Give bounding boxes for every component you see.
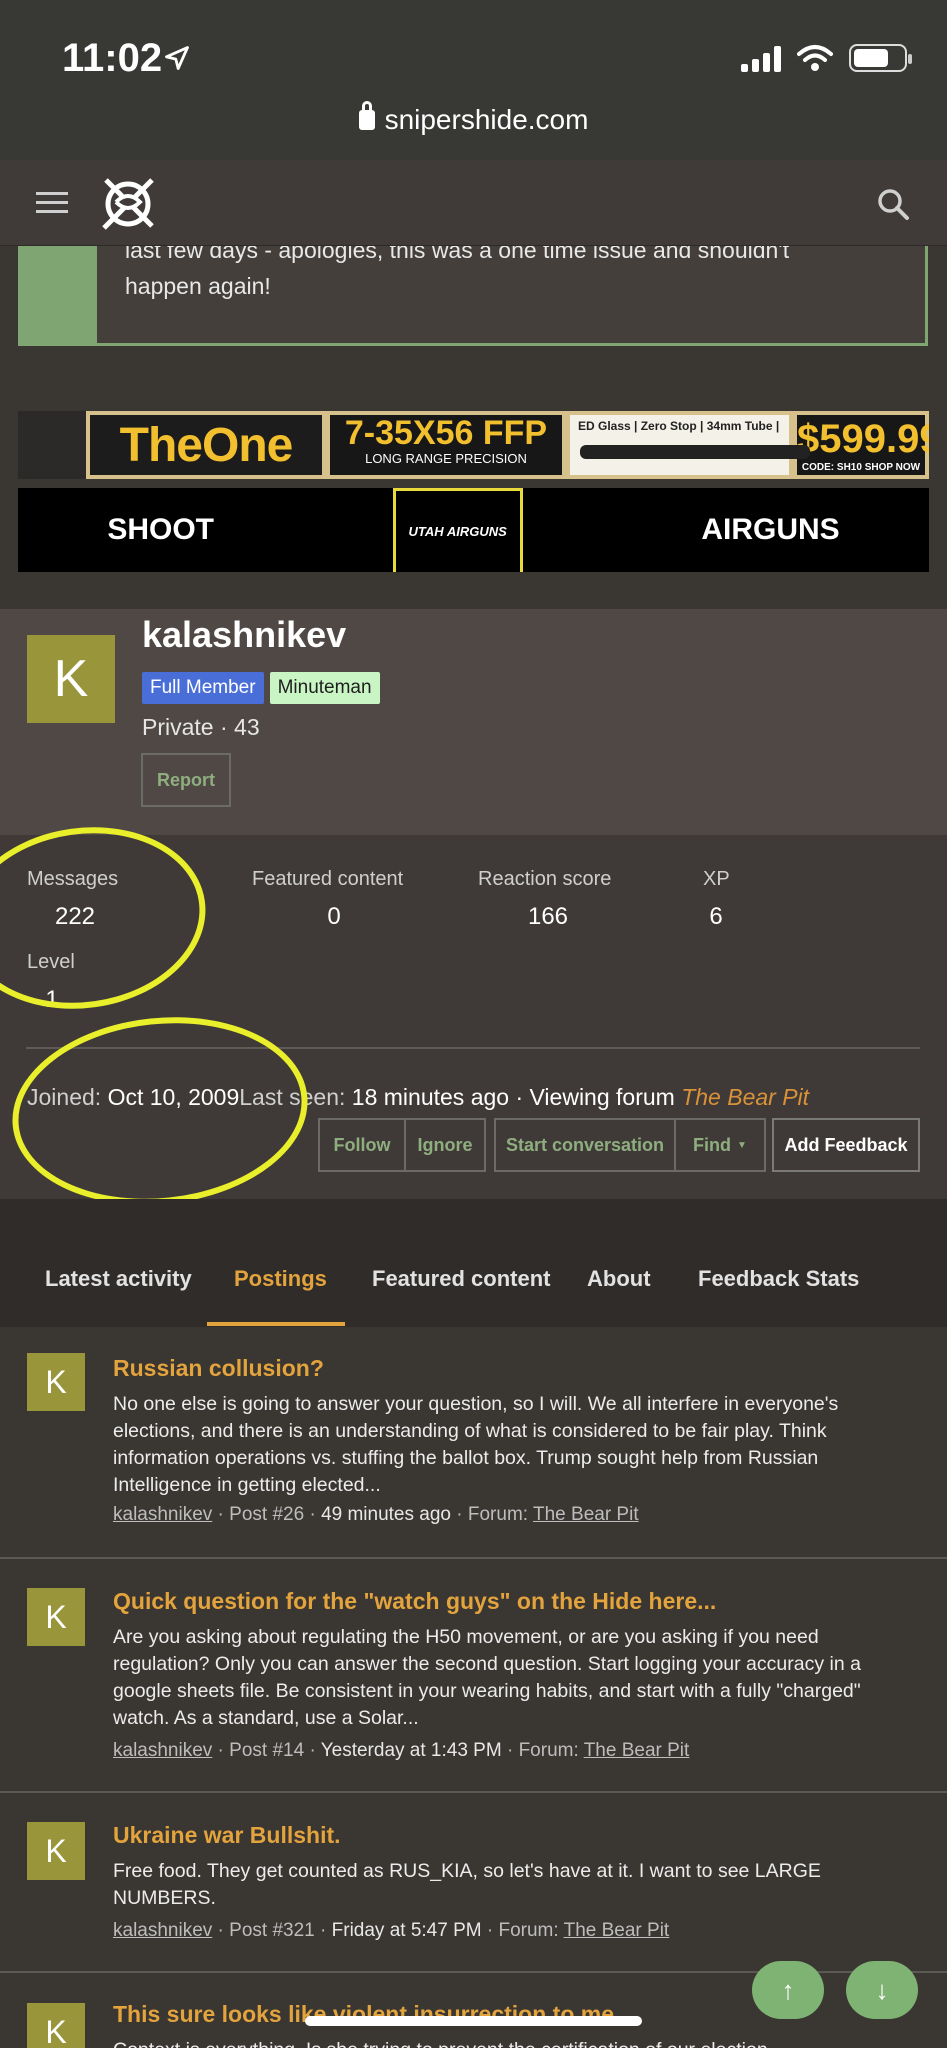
clock: 11:02: [62, 36, 163, 80]
post-meta: kalashnikev · Post #26 · 49 minutes ago …: [113, 1504, 639, 1525]
avatar[interactable]: K: [27, 1588, 85, 1646]
post-title[interactable]: Russian collusion?: [113, 1355, 324, 1382]
avatar[interactable]: K: [27, 2003, 85, 2048]
location-arrow-icon: [165, 46, 189, 70]
address-bar[interactable]: snipershide.com: [0, 101, 947, 136]
tab-latest-activity[interactable]: Latest activity: [45, 1266, 192, 1292]
signal-icon: [741, 44, 781, 72]
ad-brand-logo: [18, 411, 86, 479]
notice-text-clipped: last few days - apologies, this was a on…: [125, 246, 790, 263]
list-item: K Russian collusion? No one else is goin…: [0, 1327, 947, 1557]
post-forum-link[interactable]: The Bear Pit: [533, 1504, 639, 1525]
avatar[interactable]: K: [27, 1822, 85, 1880]
arrow-up-icon: ↑: [781, 1974, 795, 2005]
battery-icon: [849, 44, 912, 72]
tab-feedback-stats[interactable]: Feedback Stats: [698, 1266, 859, 1292]
post-snippet: Free food. They get counted as RUS_KIA, …: [113, 1860, 821, 1909]
viewing-forum-link[interactable]: The Bear Pit: [681, 1084, 809, 1110]
avatar[interactable]: K: [27, 635, 115, 723]
post-snippet: Context is everything. Is she trying to …: [113, 2037, 913, 2048]
post-meta: kalashnikev · Post #14 · Yesterday at 1:…: [113, 1740, 690, 1761]
last-seen-text: 18 minutes ago · Viewing forum: [351, 1084, 675, 1110]
list-item: K Quick question for the "watch guys" on…: [0, 1557, 947, 1791]
scroll-up-button[interactable]: ↑: [752, 1961, 824, 2019]
post-forum-link[interactable]: The Bear Pit: [584, 1740, 690, 1761]
featured-count[interactable]: 0: [306, 903, 362, 931]
ignore-button[interactable]: Ignore: [404, 1118, 486, 1172]
list-item: K Ukraine war Bullshit. Free food. They …: [0, 1791, 947, 1971]
url-text: snipershide.com: [384, 104, 589, 135]
site-header: [0, 160, 947, 246]
reaction-label: Reaction score: [478, 868, 612, 890]
home-indicator[interactable]: [305, 2016, 642, 2026]
report-button[interactable]: Report: [141, 753, 231, 807]
chevron-down-icon: ▼: [737, 1139, 747, 1151]
xp-label: XP: [703, 868, 730, 890]
ad-text-left: SHOOT: [107, 513, 214, 546]
active-tab-indicator: [207, 1322, 345, 1326]
username: kalashnikev: [142, 614, 347, 655]
tab-postings[interactable]: Postings: [234, 1266, 327, 1292]
lock-icon: [358, 101, 375, 130]
notice-banner: last few days - apologies, this was a on…: [18, 246, 928, 346]
find-label: Find: [693, 1134, 732, 1155]
post-author-link[interactable]: kalashnikev: [113, 1920, 212, 1941]
post-author-link[interactable]: kalashnikev: [113, 1504, 212, 1525]
ad-scope-image: ED Glass | Zero Stop | 34mm Tube |: [570, 415, 810, 475]
scroll-down-button[interactable]: ↓: [846, 1961, 918, 2019]
badge-minuteman: Minuteman: [269, 672, 380, 704]
arrow-down-icon: ↓: [875, 1974, 889, 2005]
user-rank: Private · 43: [142, 714, 260, 740]
ad-text-right: AIRGUNS: [701, 513, 840, 546]
post-snippet: Are you asking about regulating the H50 …: [113, 1626, 861, 1729]
wifi-icon: [797, 45, 833, 71]
status-bar: 11:02 snipershide.com: [0, 0, 947, 160]
start-conversation-button[interactable]: Start conversation: [494, 1118, 676, 1172]
post-forum-link[interactable]: The Bear Pit: [564, 1920, 670, 1941]
tab-about[interactable]: About: [587, 1266, 651, 1292]
reaction-count[interactable]: 166: [508, 903, 588, 931]
airguns-ad-banner[interactable]: SHOOT UTAH AIRGUNS AIRGUNS: [18, 488, 929, 572]
site-logo[interactable]: [96, 172, 160, 236]
post-title[interactable]: Ukraine war Bullshit.: [113, 1822, 341, 1849]
post-snippet: No one else is going to answer your ques…: [113, 1393, 839, 1496]
profile-tabs: [0, 1199, 947, 1327]
post-meta: kalashnikev · Post #321 · Friday at 5:47…: [113, 1920, 670, 1941]
ad-brand: TheOne: [90, 415, 322, 475]
search-icon[interactable]: [875, 186, 911, 222]
find-dropdown[interactable]: Find ▼: [674, 1118, 766, 1172]
featured-label: Featured content: [252, 868, 404, 890]
menu-icon[interactable]: [36, 192, 68, 214]
post-title[interactable]: Quick question for the "watch guys" on t…: [113, 1588, 716, 1615]
tab-featured-content[interactable]: Featured content: [372, 1266, 550, 1292]
ad-spec: 7-35X56 FFP LONG RANGE PRECISION: [330, 415, 562, 475]
add-feedback-button[interactable]: Add Feedback: [772, 1118, 920, 1172]
ad-price: $599.99 CODE: SH10 SHOP NOW: [797, 415, 929, 475]
badge-full-member: Full Member: [142, 672, 264, 704]
follow-button[interactable]: Follow: [318, 1118, 406, 1172]
post-author-link[interactable]: kalashnikev: [113, 1740, 212, 1761]
scope-ad-banner[interactable]: TheOne 7-35X56 FFP LONG RANGE PRECISION …: [18, 411, 929, 479]
notice-stripe: [21, 246, 97, 343]
xp-value: 6: [709, 903, 723, 930]
notice-text: happen again!: [125, 273, 271, 299]
avatar[interactable]: K: [27, 1353, 85, 1411]
ad-logo: UTAH AIRGUNS: [392, 488, 523, 572]
